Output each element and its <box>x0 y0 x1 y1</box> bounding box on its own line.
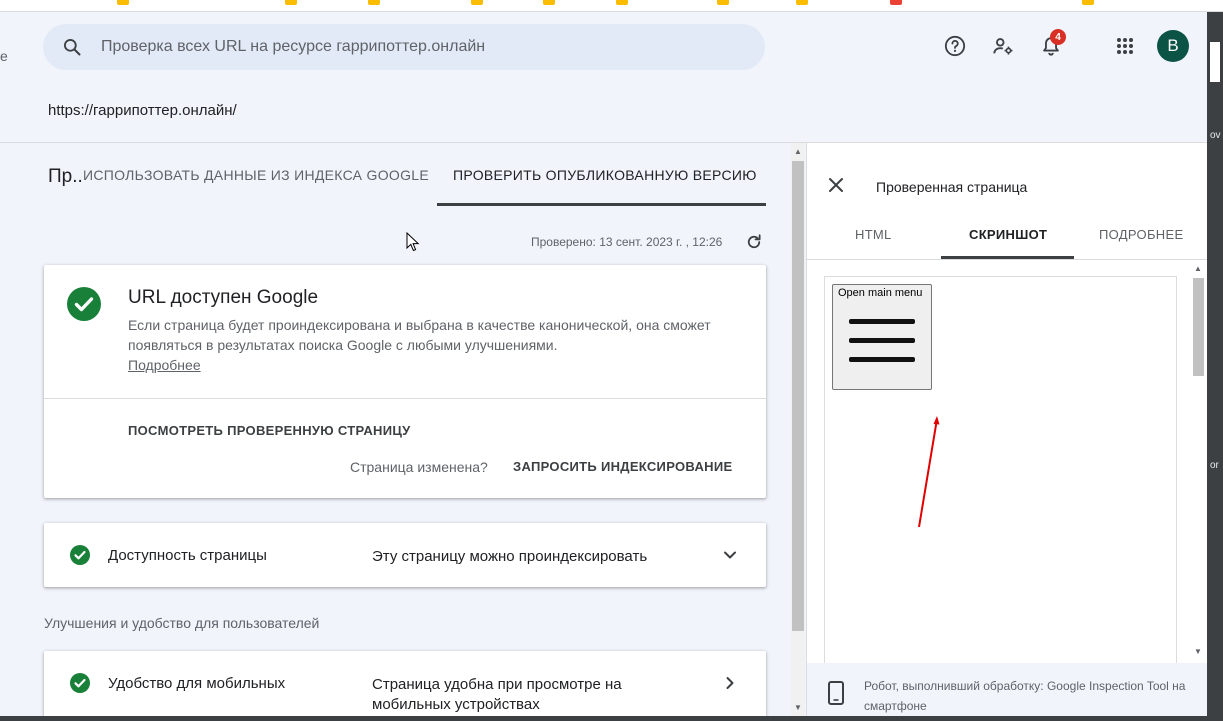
page-screenshot: Open main menu <box>824 276 1177 676</box>
background-window-scroll <box>1210 42 1220 82</box>
panel-scrollbar-thumb[interactable] <box>1193 278 1204 376</box>
chevron-down-icon[interactable] <box>720 545 740 565</box>
mobile-usability-value: Страница удобна при просмотре на мобильн… <box>372 676 622 713</box>
inspect-url-search[interactable] <box>43 24 765 70</box>
crawler-info-footer: Робот, выполнивший обработку: Google Ins… <box>807 663 1207 716</box>
mobile-usability-label: Удобство для мобильных <box>108 675 286 692</box>
status-title: URL доступен Google <box>128 287 319 308</box>
panel-tab-more-info[interactable]: ПОДРОБНЕЕ <box>1099 227 1183 242</box>
status-description-text: Если страница будет проиндексирована и в… <box>128 317 711 353</box>
success-check-icon <box>70 545 90 565</box>
bookmark-folder-icon[interactable] <box>117 0 129 5</box>
screenshot-menu-label: Open main menu <box>838 287 923 299</box>
annotation-arrow-icon <box>918 416 940 527</box>
scroll-up-arrow-icon[interactable]: ▲ <box>1194 264 1202 273</box>
tab-google-index[interactable]: ИСПОЛЬЗОВАТЬ ДАННЫЕ ИЗ ИНДЕКСА GOOGLE <box>83 167 429 183</box>
hamburger-icon <box>849 319 915 324</box>
enhancements-heading: Улучшения и удобство для пользователей <box>44 615 320 631</box>
crawler-info-text: Робот, выполнивший обработку: Google Ins… <box>864 679 1186 713</box>
active-tab-indicator <box>437 203 766 206</box>
mouse-cursor-icon <box>406 232 420 252</box>
bookmark-folder-icon[interactable] <box>616 0 628 5</box>
scroll-up-arrow-icon[interactable]: ▲ <box>794 147 802 156</box>
help-icon[interactable] <box>943 34 967 58</box>
scroll-down-arrow-icon[interactable]: ▼ <box>794 703 802 712</box>
menu-edge[interactable]: e <box>0 48 8 64</box>
bookmark-folder-icon[interactable] <box>717 0 729 5</box>
availability-label: Доступность страницы <box>108 547 267 564</box>
main-scrollbar[interactable]: ▲ ▼ <box>791 143 805 716</box>
success-check-icon <box>67 287 101 321</box>
panel-title: Проверенная страница <box>876 179 1028 195</box>
page-title: Пр.. <box>48 166 83 187</box>
bookmark-folder-icon[interactable] <box>368 0 380 5</box>
bookmark-folder-icon[interactable] <box>796 0 808 5</box>
chevron-right-icon[interactable] <box>720 673 740 693</box>
hamburger-icon <box>849 357 915 362</box>
status-description: Если страница будет проиндексирована и в… <box>128 315 718 375</box>
background-window-text: or <box>1210 460 1219 471</box>
availability-value: Эту страницу можно проиндексировать <box>372 548 648 565</box>
search-icon <box>63 39 81 56</box>
panel-tab-screenshot[interactable]: СКРИНШОТ <box>969 227 1047 242</box>
view-tested-page-button[interactable]: ПОСМОТРЕТЬ ПРОВЕРЕННУЮ СТРАНИЦУ <box>128 423 411 438</box>
panel-tab-html[interactable]: HTML <box>855 227 892 242</box>
screenshot-menu-button: Open main menu <box>832 284 932 390</box>
bookmark-site-icon[interactable] <box>890 0 902 5</box>
search-input[interactable] <box>101 24 741 70</box>
search-console-app: e 4 B https://гаррипоттер.онлайн/ Пр.. И… <box>0 12 1207 716</box>
learn-more-link[interactable]: Подробнее <box>128 357 201 373</box>
mobile-usability-row[interactable]: Удобство для мобильных Страница удобна п… <box>44 651 766 716</box>
bookmark-folder-icon[interactable] <box>471 0 483 5</box>
card-divider <box>44 398 766 399</box>
bookmark-folder-icon[interactable] <box>285 0 297 5</box>
scroll-down-arrow-icon[interactable]: ▼ <box>1194 647 1202 656</box>
manage-users-icon[interactable] <box>991 34 1015 58</box>
account-avatar[interactable]: B <box>1157 30 1189 62</box>
success-check-icon <box>70 673 90 693</box>
close-icon[interactable] <box>827 176 845 194</box>
tab-live-test[interactable]: ПРОВЕРИТЬ ОПУБЛИКОВАННУЮ ВЕРСИЮ <box>453 167 757 183</box>
notification-badge: 4 <box>1050 29 1066 45</box>
checked-timestamp: Проверено: 13 сент. 2023 г. , 12:26 <box>531 235 723 249</box>
bookmark-bar <box>0 0 1223 12</box>
panel-scrollbar[interactable]: ▲ ▼ <box>1191 260 1205 660</box>
bookmark-folder-icon[interactable] <box>1082 0 1094 5</box>
inspected-url: https://гаррипоттер.онлайн/ <box>48 102 237 119</box>
scrollbar-thumb[interactable] <box>792 161 804 631</box>
apps-grid-icon[interactable] <box>1113 34 1137 58</box>
tested-page-panel: Проверенная страница HTML СКРИНШОТ ПОДРО… <box>806 143 1207 716</box>
request-indexing-button[interactable]: ЗАПРОСИТЬ ИНДЕКСИРОВАНИЕ <box>513 459 732 474</box>
refresh-icon[interactable] <box>745 233 763 251</box>
bookmark-folder-icon[interactable] <box>543 0 555 5</box>
background-window-text: ov <box>1210 130 1221 141</box>
smartphone-icon <box>828 681 844 705</box>
url-status-card: URL доступен Google Если страница будет … <box>44 265 766 498</box>
page-changed-label: Страница изменена? <box>350 459 488 475</box>
hamburger-icon <box>849 338 915 343</box>
panel-divider <box>807 259 1207 260</box>
background-window-edge: ov or <box>1207 12 1223 721</box>
page-availability-row[interactable]: Доступность страницы Эту страницу можно … <box>44 523 766 587</box>
